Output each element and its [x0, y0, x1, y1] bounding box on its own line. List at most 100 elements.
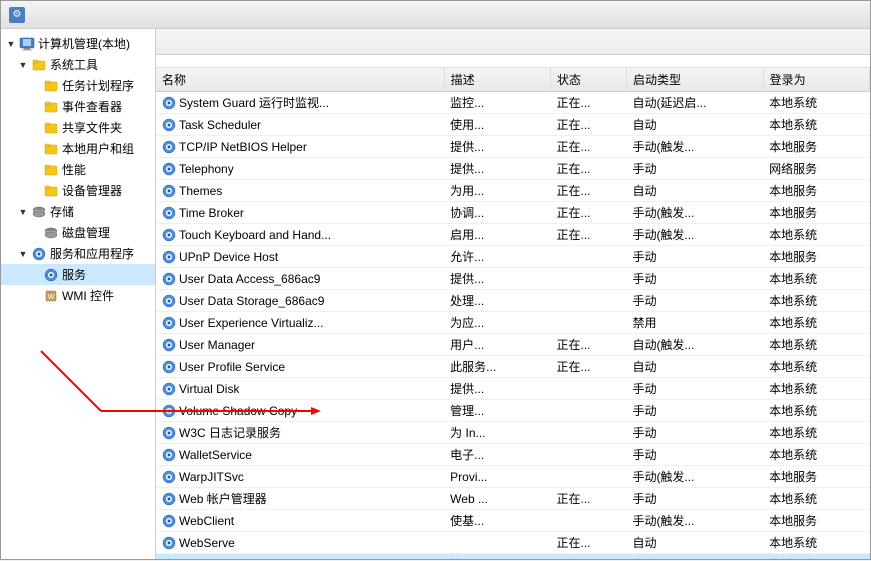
- services-list: 名称 描述 状态 启动类型 登录为 System Guard 运行时监视...监…: [156, 68, 870, 559]
- table-row[interactable]: W3C 日志记录服务为 In...手动本地系统: [156, 422, 870, 444]
- expand-icon-shared-folders[interactable]: [29, 122, 41, 134]
- table-row[interactable]: TCP/IP NetBIOS Helper提供...正在...手动(触发...本…: [156, 136, 870, 158]
- sidebar-item-storage[interactable]: ▼存储: [1, 201, 155, 222]
- table-row[interactable]: UPnP Device Host允许...手动本地服务: [156, 246, 870, 268]
- sidebar-item-event-viewer[interactable]: 事件查看器: [1, 96, 155, 117]
- node-icon-task-scheduler: [43, 78, 59, 94]
- cell-startup: 自动: [626, 114, 763, 136]
- table-row[interactable]: Task Scheduler使用...正在...自动本地系统: [156, 114, 870, 136]
- col-startup[interactable]: 启动类型: [626, 68, 763, 92]
- sidebar-item-computer[interactable]: ▼计算机管理(本地): [1, 33, 155, 54]
- cell-status: 正在...: [551, 532, 627, 554]
- sidebar-item-task-scheduler[interactable]: 任务计划程序: [1, 75, 155, 96]
- cell-login: 本地系统: [763, 488, 869, 510]
- expand-icon-performance[interactable]: [29, 164, 41, 176]
- cell-desc: Provi...: [444, 466, 550, 488]
- expand-icon-event-viewer[interactable]: [29, 101, 41, 113]
- expand-icon-device-manager[interactable]: [29, 185, 41, 197]
- cell-name: Telephony: [156, 158, 444, 180]
- expand-icon-wmi[interactable]: [29, 290, 41, 302]
- expand-icon-services[interactable]: [29, 269, 41, 281]
- table-row[interactable]: Touch Keyboard and Hand...启用...正在...手动(触…: [156, 224, 870, 246]
- sidebar-item-services[interactable]: 服务: [1, 264, 155, 285]
- sidebar-item-system-tools[interactable]: ▼ 系统工具: [1, 54, 155, 75]
- cell-startup: 自动: [626, 180, 763, 202]
- col-desc[interactable]: 描述: [444, 68, 550, 92]
- cell-status: 正在...: [551, 356, 627, 378]
- table-row[interactable]: Themes为用...正在...自动本地服务: [156, 180, 870, 202]
- cell-status: [551, 246, 627, 268]
- expand-icon-system-tools[interactable]: ▼: [17, 59, 29, 71]
- services-table[interactable]: 名称 描述 状态 启动类型 登录为 System Guard 运行时监视...监…: [156, 68, 870, 559]
- cell-name: User Profile Service: [156, 356, 444, 378]
- expand-icon-storage[interactable]: ▼: [17, 206, 29, 218]
- table-row[interactable]: System Guard 运行时监视...监控...正在...自动(延迟启...…: [156, 92, 870, 114]
- cell-startup: 禁用: [626, 312, 763, 334]
- cell-login: 本地系统: [763, 444, 869, 466]
- cell-login: 网络服务: [763, 158, 869, 180]
- cell-startup: 手动: [626, 444, 763, 466]
- cell-desc: 使基...: [444, 510, 550, 532]
- expand-icon-local-users[interactable]: [29, 143, 41, 155]
- cell-name: User Data Access_686ac9: [156, 268, 444, 290]
- cell-desc: [444, 532, 550, 554]
- cell-login: 本地系统: [763, 312, 869, 334]
- cell-name: Windows Audio: [156, 554, 444, 560]
- table-row[interactable]: User Data Storage_686ac9处理...手动本地系统: [156, 290, 870, 312]
- table-row[interactable]: Windows Audio管理...正在...自动本地服务: [156, 554, 870, 560]
- node-label-task-scheduler: 任务计划程序: [62, 77, 134, 94]
- table-row[interactable]: Telephony提供...正在...手动网络服务: [156, 158, 870, 180]
- node-icon-storage: [31, 204, 47, 220]
- node-label-local-users: 本地用户和组: [62, 140, 134, 157]
- table-row[interactable]: Volume Shadow Copy管理...手动本地系统: [156, 400, 870, 422]
- table-row[interactable]: WebServe正在...自动本地系统: [156, 532, 870, 554]
- expand-icon-disk-management[interactable]: [29, 227, 41, 239]
- expand-icon-task-scheduler[interactable]: [29, 80, 41, 92]
- cell-status: 正在...: [551, 136, 627, 158]
- cell-startup: 手动: [626, 400, 763, 422]
- cell-startup: 手动: [626, 158, 763, 180]
- cell-status: 正在...: [551, 224, 627, 246]
- sidebar-item-wmi[interactable]: WWMI 控件: [1, 285, 155, 306]
- table-row[interactable]: WalletService电子...手动本地系统: [156, 444, 870, 466]
- cell-name: WebClient: [156, 510, 444, 532]
- cell-name: Touch Keyboard and Hand...: [156, 224, 444, 246]
- cell-login: 本地系统: [763, 268, 869, 290]
- table-row[interactable]: Web 帐户管理器Web ...正在...手动本地系统: [156, 488, 870, 510]
- table-row[interactable]: Time Broker协调...正在...手动(触发...本地服务: [156, 202, 870, 224]
- cell-login: 本地系统: [763, 532, 869, 554]
- sidebar-item-disk-management[interactable]: 磁盘管理: [1, 222, 155, 243]
- node-label-system-tools: 系统工具: [50, 56, 98, 73]
- cell-status: 正在...: [551, 158, 627, 180]
- table-row[interactable]: User Experience Virtualiz...为应...禁用本地系统: [156, 312, 870, 334]
- title-icon: ⚙: [9, 7, 25, 23]
- col-status[interactable]: 状态: [551, 68, 627, 92]
- cell-name: Web 帐户管理器: [156, 488, 444, 510]
- sidebar-item-services-apps[interactable]: ▼ 服务和应用程序: [1, 243, 155, 264]
- table-row[interactable]: WarpJITSvcProvi...手动(触发...本地服务: [156, 466, 870, 488]
- table-row[interactable]: User Data Access_686ac9提供...手动本地系统: [156, 268, 870, 290]
- sidebar-item-local-users[interactable]: 本地用户和组: [1, 138, 155, 159]
- cell-login: 本地系统: [763, 334, 869, 356]
- cell-name: WarpJITSvc: [156, 466, 444, 488]
- sidebar-item-device-manager[interactable]: 设备管理器: [1, 180, 155, 201]
- cell-startup: 手动: [626, 268, 763, 290]
- sidebar-item-performance[interactable]: 性能: [1, 159, 155, 180]
- col-name[interactable]: 名称: [156, 68, 444, 92]
- sidebar-item-shared-folders[interactable]: 共享文件夹: [1, 117, 155, 138]
- table-row[interactable]: User Profile Service此服务...正在...自动本地系统: [156, 356, 870, 378]
- cell-status: 正在...: [551, 180, 627, 202]
- expand-icon-computer[interactable]: ▼: [5, 38, 17, 50]
- expand-icon-services-apps[interactable]: ▼: [17, 248, 29, 260]
- cell-login: 本地系统: [763, 378, 869, 400]
- table-row[interactable]: WebClient使基...手动(触发...本地服务: [156, 510, 870, 532]
- cell-desc: 启用...: [444, 224, 550, 246]
- cell-status: 正在...: [551, 92, 627, 114]
- table-row[interactable]: User Manager用户...正在...自动(触发...本地系统: [156, 334, 870, 356]
- cell-status: [551, 312, 627, 334]
- col-login[interactable]: 登录为: [763, 68, 869, 92]
- node-label-services-apps: 服务和应用程序: [50, 245, 134, 262]
- cell-status: [551, 268, 627, 290]
- table-row[interactable]: Virtual Disk提供...手动本地系统: [156, 378, 870, 400]
- cell-desc: 电子...: [444, 444, 550, 466]
